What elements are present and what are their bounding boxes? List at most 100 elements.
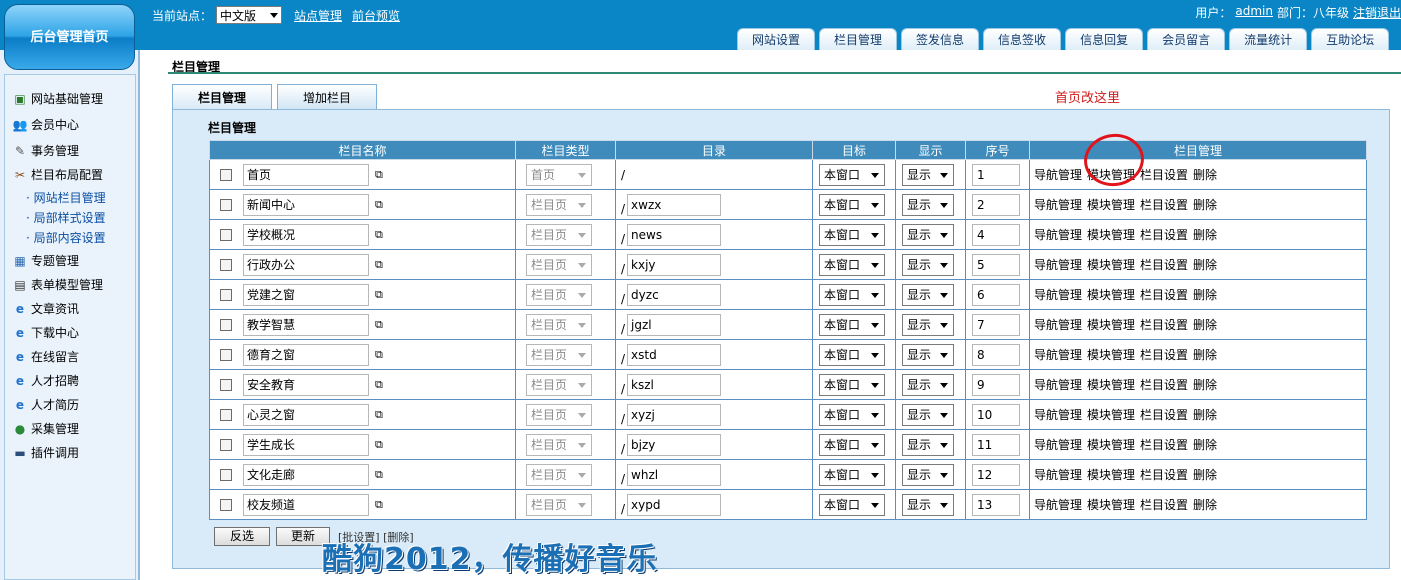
order-input[interactable]: 9 [972,373,1020,396]
logout-link[interactable]: 注销退出 [1353,4,1401,21]
order-input[interactable]: 8 [972,343,1020,366]
target-select[interactable]: 本窗口 [819,343,885,366]
order-input[interactable]: 11 [972,433,1020,456]
nav-manage-link[interactable]: 导航管理 [1034,228,1082,242]
type-select[interactable]: 栏目页 [526,403,592,426]
tab-member-messages[interactable]: 会员留言 [1147,28,1226,50]
copy-icon[interactable]: ⧉ [375,408,383,422]
delete-link[interactable]: 删除 [1193,438,1217,452]
tab-info-reply[interactable]: 信息回复 [1065,28,1144,50]
dir-input[interactable]: kszl [627,373,722,396]
site-manage-link[interactable]: 站点管理 [294,7,342,24]
column-settings-link[interactable]: 栏目设置 [1140,258,1188,272]
row-checkbox[interactable] [220,378,232,391]
nav-manage-link[interactable]: 导航管理 [1034,378,1082,392]
copy-icon[interactable]: ⧉ [375,198,383,212]
row-checkbox[interactable] [220,318,232,331]
copy-icon[interactable]: ⧉ [375,378,383,392]
sidebar-item-site-basic[interactable]: ▣ 网站基础管理 [12,90,103,107]
column-settings-link[interactable]: 栏目设置 [1140,468,1188,482]
target-select[interactable]: 本窗口 [819,163,885,186]
row-checkbox[interactable] [220,408,232,421]
module-manage-link[interactable]: 模块管理 [1087,408,1135,422]
delete-link[interactable]: 删除 [1193,408,1217,422]
module-manage-link[interactable]: 模块管理 [1087,318,1135,332]
column-settings-link[interactable]: 栏目设置 [1140,168,1188,182]
column-settings-link[interactable]: 栏目设置 [1140,198,1188,212]
delete-link[interactable]: 删除 [1193,258,1217,272]
nav-manage-link[interactable]: 导航管理 [1034,168,1082,182]
name-input[interactable]: 安全教育 [243,373,369,396]
nav-manage-link[interactable]: 导航管理 [1034,438,1082,452]
show-select[interactable]: 显示 [902,343,954,366]
order-input[interactable]: 5 [972,253,1020,276]
module-manage-link[interactable]: 模块管理 [1087,438,1135,452]
show-select[interactable]: 显示 [902,253,954,276]
column-settings-link[interactable]: 栏目设置 [1140,288,1188,302]
column-settings-link[interactable]: 栏目设置 [1140,348,1188,362]
sidebar-item-topics[interactable]: ▦ 专题管理 [12,252,79,269]
dir-input[interactable]: jgzl [627,313,722,336]
type-select[interactable]: 栏目页 [526,253,592,276]
nav-manage-link[interactable]: 导航管理 [1034,258,1082,272]
sidebar-item-layout[interactable]: ✂ 栏目布局配置 [12,166,103,183]
dir-input[interactable]: dyzc [627,283,722,306]
tab-info-receipt[interactable]: 信息签收 [983,28,1062,50]
column-settings-link[interactable]: 栏目设置 [1140,498,1188,512]
copy-icon[interactable]: ⧉ [375,228,383,242]
target-select[interactable]: 本窗口 [819,223,885,246]
column-settings-link[interactable]: 栏目设置 [1140,378,1188,392]
module-manage-link[interactable]: 模块管理 [1087,258,1135,272]
column-settings-link[interactable]: 栏目设置 [1140,228,1188,242]
nav-manage-link[interactable]: 导航管理 [1034,468,1082,482]
target-select[interactable]: 本窗口 [819,463,885,486]
order-input[interactable]: 7 [972,313,1020,336]
dir-input[interactable]: kxjy [627,253,722,276]
sidebar-item-resumes[interactable]: e 人才简历 [12,396,79,413]
order-input[interactable]: 2 [972,193,1020,216]
name-input[interactable]: 学生成长 [243,433,369,456]
show-select[interactable]: 显示 [902,433,954,456]
name-input[interactable]: 教学智慧 [243,313,369,336]
type-select[interactable]: 栏目页 [526,433,592,456]
sidebar-item-articles[interactable]: e 文章资讯 [12,300,79,317]
dir-input[interactable]: news [627,223,722,246]
module-manage-link[interactable]: 模块管理 [1087,378,1135,392]
type-select[interactable]: 栏目页 [526,463,592,486]
show-select[interactable]: 显示 [902,193,954,216]
nav-manage-link[interactable]: 导航管理 [1034,198,1082,212]
order-input[interactable]: 12 [972,463,1020,486]
name-input[interactable]: 学校概况 [243,223,369,246]
row-checkbox[interactable] [220,288,232,301]
show-select[interactable]: 显示 [902,373,954,396]
name-input[interactable]: 首页 [243,163,369,186]
column-settings-link[interactable]: 栏目设置 [1140,408,1188,422]
nav-manage-link[interactable]: 导航管理 [1034,318,1082,332]
column-settings-link[interactable]: 栏目设置 [1140,438,1188,452]
sidebar-item-messages[interactable]: e 在线留言 [12,348,79,365]
target-select[interactable]: 本窗口 [819,493,885,516]
dir-input[interactable]: bjzy [627,433,722,456]
row-checkbox[interactable] [220,258,232,271]
show-select[interactable]: 显示 [902,163,954,186]
copy-icon[interactable]: ⧉ [375,288,383,302]
type-select[interactable]: 栏目页 [526,223,592,246]
sidebar-sub-content-settings[interactable]: · 局部内容设置 [26,229,106,246]
sidebar-item-downloads[interactable]: e 下载中心 [12,324,79,341]
delete-link[interactable]: 删除 [1193,168,1217,182]
copy-icon[interactable]: ⧉ [375,438,383,452]
tab-forum[interactable]: 互助论坛 [1311,28,1390,50]
nav-manage-link[interactable]: 导航管理 [1034,348,1082,362]
name-input[interactable]: 校友频道 [243,493,369,516]
sidebar-item-plugins[interactable]: ▬ 插件调用 [12,444,79,461]
row-checkbox[interactable] [220,198,232,211]
target-select[interactable]: 本窗口 [819,253,885,276]
order-input[interactable]: 1 [972,163,1020,186]
dir-input[interactable]: whzl [627,463,722,486]
copy-icon[interactable]: ⧉ [375,498,383,512]
sidebar-item-members[interactable]: 👥 会员中心 [12,116,80,133]
sidebar-item-recruit[interactable]: e 人才招聘 [12,372,79,389]
invert-select-button[interactable]: 反选 [214,527,270,546]
nav-manage-link[interactable]: 导航管理 [1034,288,1082,302]
row-checkbox[interactable] [220,438,232,451]
